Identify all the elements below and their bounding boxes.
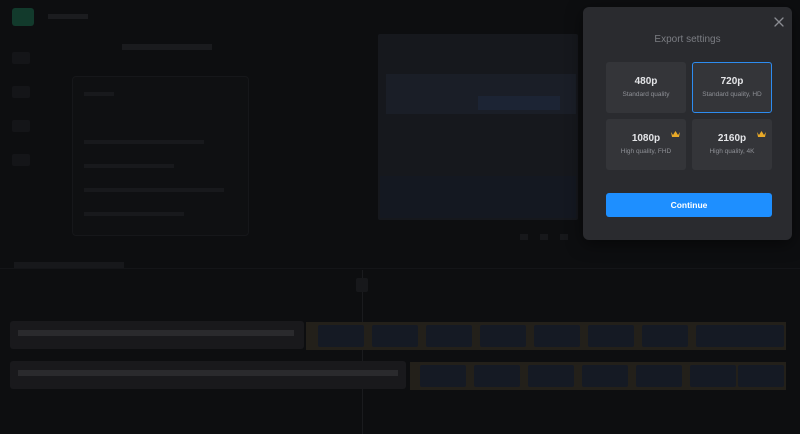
clip-thumbnail bbox=[738, 325, 784, 347]
clip-thumbnail bbox=[636, 365, 682, 387]
panel-line bbox=[84, 164, 174, 168]
playhead-line bbox=[362, 270, 363, 434]
clip-thumbnail bbox=[642, 325, 688, 347]
clip-thumbnail bbox=[528, 365, 574, 387]
clip-thumbnail bbox=[480, 325, 526, 347]
playhead-handle bbox=[356, 278, 368, 292]
close-icon[interactable] bbox=[772, 15, 786, 29]
continue-button[interactable]: Continue bbox=[606, 193, 772, 217]
sidebar-item bbox=[12, 154, 30, 166]
clip-thumbnail bbox=[696, 325, 742, 347]
clip-thumbnail bbox=[318, 325, 364, 347]
sidebar-item bbox=[12, 52, 30, 64]
clip-thumbnail bbox=[690, 365, 736, 387]
preview-content bbox=[478, 96, 560, 110]
option-description: High quality, 4K bbox=[709, 148, 755, 155]
clip-thumbnail bbox=[534, 325, 580, 347]
panel-line bbox=[84, 188, 224, 192]
sidebar-item bbox=[12, 86, 30, 98]
clip-thumbnail bbox=[588, 325, 634, 347]
option-description: Standard quality, HD bbox=[702, 91, 762, 98]
option-720p[interactable]: 720p Standard quality, HD bbox=[692, 62, 772, 113]
header-blurred bbox=[48, 14, 88, 19]
app-logo bbox=[12, 8, 34, 26]
clip-thumbnail bbox=[426, 325, 472, 347]
dialog-title: Export settings bbox=[654, 34, 721, 45]
panel-line bbox=[84, 212, 184, 216]
crown-icon bbox=[756, 125, 767, 137]
option-description: Standard quality bbox=[622, 91, 670, 98]
clip-thumbnail bbox=[582, 365, 628, 387]
option-resolution: 480p bbox=[634, 76, 658, 87]
option-1080p[interactable]: 1080p High quality, FHD bbox=[606, 119, 686, 170]
panel-line bbox=[84, 140, 204, 144]
player-control bbox=[520, 234, 528, 240]
preview-content bbox=[380, 176, 576, 218]
panel-line bbox=[84, 92, 114, 96]
panel-heading-blurred bbox=[122, 44, 212, 50]
clip-thumbnail bbox=[738, 365, 784, 387]
clip-label-blurred bbox=[18, 370, 398, 376]
clip-label-blurred bbox=[18, 330, 294, 336]
option-480p[interactable]: 480p Standard quality bbox=[606, 62, 686, 113]
export-settings-dialog: Export settings 480p Standard quality 72… bbox=[583, 7, 792, 240]
option-resolution: 720p bbox=[720, 76, 744, 87]
clip-thumbnail bbox=[420, 365, 466, 387]
clip-thumbnail bbox=[474, 365, 520, 387]
option-2160p[interactable]: 2160p High quality, 4K bbox=[692, 119, 772, 170]
timeline-divider bbox=[0, 268, 800, 269]
player-control bbox=[540, 234, 548, 240]
option-description: High quality, FHD bbox=[620, 148, 672, 155]
clip-thumbnail bbox=[372, 325, 418, 347]
player-control bbox=[560, 234, 568, 240]
sidebar-item bbox=[12, 120, 30, 132]
crown-icon bbox=[670, 125, 681, 137]
